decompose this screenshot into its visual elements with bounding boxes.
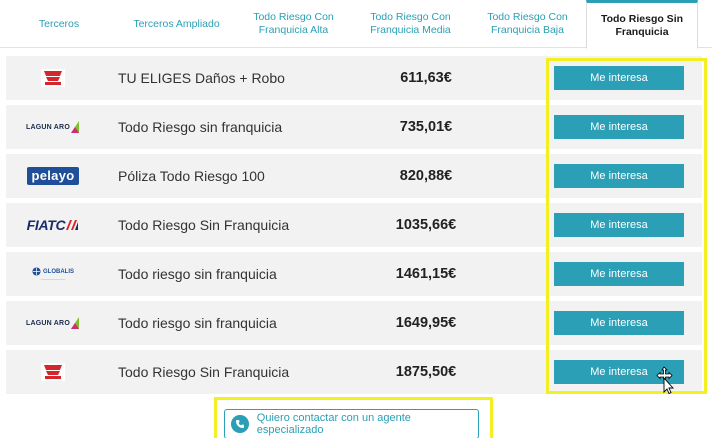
price: 611,63€ bbox=[400, 70, 452, 86]
generali-logo-icon bbox=[41, 69, 65, 87]
me-interesa-button[interactable]: Me interesa bbox=[554, 262, 684, 286]
insurer-logo: GLOBALIS ——————— bbox=[6, 252, 100, 296]
tab-franquicia-alta[interactable]: Todo Riesgo Con Franquicia Alta bbox=[235, 0, 352, 48]
me-interesa-button[interactable]: Me interesa bbox=[554, 213, 684, 237]
lagun-aro-mark-icon bbox=[70, 317, 79, 329]
insurer-name: LAGUN ARO bbox=[26, 123, 70, 131]
insurer-name: LAGUN ARO bbox=[26, 319, 70, 327]
insurer-logo bbox=[6, 56, 100, 100]
product-name: Todo Riesgo sin franquicia bbox=[118, 119, 283, 135]
insurer-logo: FIATC bbox=[6, 203, 100, 247]
globalis-logo-icon: GLOBALIS ——————— bbox=[32, 267, 74, 281]
lagun-aro-mark-icon bbox=[70, 121, 79, 133]
product-name: Todo Riesgo Sin Franquicia bbox=[118, 364, 290, 380]
contact-label: Quiero contactar con un agente especiali… bbox=[256, 412, 411, 436]
lagun-aro-logo-icon: LAGUN ARO bbox=[26, 120, 80, 134]
price: 735,01€ bbox=[399, 119, 453, 135]
fiatc-logo-icon: FIATC bbox=[27, 217, 80, 233]
offer-list: TU ELIGES Daños + Robo 611,63€ Me intere… bbox=[6, 56, 702, 399]
contact-agent-button[interactable]: Quiero contactar con un agente especiali… bbox=[224, 409, 479, 438]
price: 820,88€ bbox=[399, 168, 453, 184]
offer-row: LAGUN ARO Todo Riesgo sin franquicia 735… bbox=[6, 105, 702, 149]
globalis-subline: ——————— bbox=[40, 277, 66, 281]
me-interesa-button[interactable]: Me interesa bbox=[554, 311, 684, 335]
insurer-logo: LAGUN ARO bbox=[6, 105, 100, 149]
product-name: Todo riesgo sin franquicia bbox=[118, 266, 277, 282]
lagun-aro-logo-icon: LAGUN ARO bbox=[26, 316, 80, 330]
offer-row: GLOBALIS ——————— Todo riesgo sin franqui… bbox=[6, 252, 702, 296]
generali-logo-icon bbox=[41, 363, 65, 381]
price: 1875,50€ bbox=[395, 364, 457, 380]
phone-icon bbox=[231, 415, 249, 433]
me-interesa-button[interactable]: Me interesa bbox=[554, 360, 684, 384]
me-interesa-button[interactable]: Me interesa bbox=[554, 115, 684, 139]
coverage-tabs: Terceros Terceros Ampliado Todo Riesgo C… bbox=[0, 0, 712, 49]
price: 1649,95€ bbox=[395, 315, 457, 331]
insurer-logo: pelayo bbox=[6, 154, 100, 198]
tab-sin-franquicia[interactable]: Todo Riesgo Sin Franquicia bbox=[586, 0, 698, 49]
product-name: Todo riesgo sin franquicia bbox=[118, 315, 277, 331]
price: 1461,15€ bbox=[395, 266, 457, 282]
tab-franquicia-media[interactable]: Todo Riesgo Con Franquicia Media bbox=[352, 0, 469, 48]
offer-row: FIATC Todo Riesgo Sin Franquicia 1035,66… bbox=[6, 203, 702, 247]
offer-row: TU ELIGES Daños + Robo 611,63€ Me intere… bbox=[6, 56, 702, 100]
insurer-name: GLOBALIS bbox=[43, 268, 74, 275]
tab-terceros-ampliado[interactable]: Terceros Ampliado bbox=[118, 0, 235, 48]
pelayo-logo-icon: pelayo bbox=[26, 167, 80, 185]
product-name: Todo Riesgo Sin Franquicia bbox=[118, 217, 290, 233]
globalis-mark-icon bbox=[32, 267, 41, 276]
price: 1035,66€ bbox=[395, 217, 457, 233]
insurer-name: FIATC bbox=[26, 217, 66, 233]
tab-franquicia-baja[interactable]: Todo Riesgo Con Franquicia Baja bbox=[469, 0, 586, 48]
offer-row: LAGUN ARO Todo riesgo sin franquicia 164… bbox=[6, 301, 702, 345]
me-interesa-button[interactable]: Me interesa bbox=[554, 66, 684, 90]
tab-terceros[interactable]: Terceros bbox=[0, 0, 118, 48]
insurer-logo: LAGUN ARO bbox=[6, 301, 100, 345]
offer-row: pelayo Póliza Todo Riesgo 100 820,88€ Me… bbox=[6, 154, 702, 198]
product-name: Póliza Todo Riesgo 100 bbox=[118, 168, 265, 184]
insurer-logo bbox=[6, 350, 100, 394]
product-name: TU ELIGES Daños + Robo bbox=[118, 70, 285, 86]
fiatc-mark-icon bbox=[66, 220, 79, 230]
me-interesa-button[interactable]: Me interesa bbox=[554, 164, 684, 188]
offer-row: Todo Riesgo Sin Franquicia 1875,50€ Me i… bbox=[6, 350, 702, 394]
